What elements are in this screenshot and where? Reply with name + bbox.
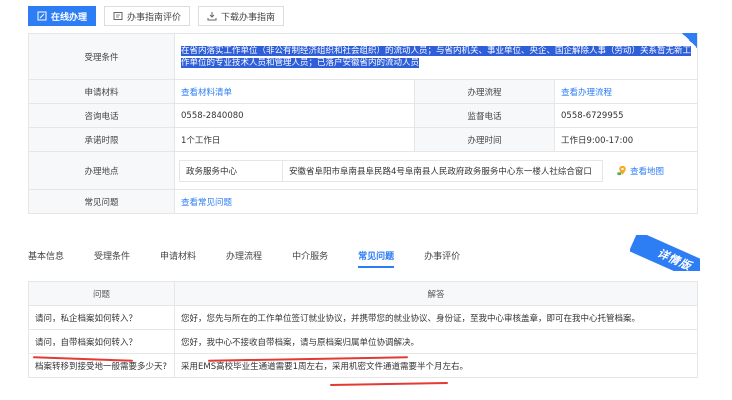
- download-guide-label: 下载办事指南: [221, 12, 276, 23]
- process-link[interactable]: 查看办理流程: [561, 88, 612, 98]
- detail-version-ribbon: 详情版: [630, 235, 700, 271]
- location-address: 安徽省阜阳市阜南县阜民路4号阜南县人民政府政务服务中心东一楼人社综合窗口: [283, 159, 603, 182]
- office-hours-value: 工作日9:00-17:00: [553, 127, 699, 152]
- tab-conditions[interactable]: 受理条件: [94, 249, 130, 268]
- download-guide-button[interactable]: 下载办事指南: [198, 6, 285, 26]
- view-map-label: 查看地图: [630, 166, 665, 177]
- toolbar: 在线办理 办事指南评价 下载办事指南: [28, 6, 285, 26]
- condition-label: 受理条件: [28, 33, 175, 80]
- faq-question: 请问，自带档案如何转入？: [28, 329, 175, 354]
- faq-question: 请问，私企档案如何转入？: [28, 305, 175, 330]
- edit-icon: [37, 11, 47, 21]
- supervise-phone-label: 监督电话: [414, 103, 555, 128]
- location-row: 政务服务中心 安徽省阜阳市阜南县阜民路4号阜南县人民政府政务服务中心东一楼人社综…: [179, 159, 693, 182]
- evaluate-guide-label: 办事指南评价: [127, 12, 182, 23]
- table-row: 请问，自带档案如何转入？ 您好，我中心不接收自带档案，请与原档案归属单位协调解决…: [28, 329, 698, 354]
- faq-answer: 您好，我中心不接收自带档案，请与原档案归属单位协调解决。: [174, 329, 698, 354]
- table-row: 请问，私企档案如何转入？ 您好，您先与所在的工作单位签订就业协议，并携带您的就业…: [28, 305, 698, 330]
- faq-answer: 您好，您先与所在的工作单位签订就业协议，并携带您的就业协议、身份证，至我中心审核…: [174, 305, 698, 330]
- time-limit-value: 1个工作日: [174, 127, 415, 152]
- online-apply-label: 在线办理: [51, 12, 88, 23]
- download-icon: [207, 12, 217, 21]
- condition-value[interactable]: 在省内落实工作单位（非公有制经济组织和社会组织）的流动人员；与省内机关、事业单位…: [173, 33, 699, 80]
- faq-link[interactable]: 查看常见问题: [181, 198, 232, 208]
- service-info-table: 受理条件 在省内落实工作单位（非公有制经济组织和社会组织）的流动人员；与省内机关…: [28, 33, 699, 214]
- office-hours-label: 办理时间: [414, 127, 555, 152]
- online-apply-button[interactable]: 在线办理: [28, 6, 97, 26]
- tab-basic-info[interactable]: 基本信息: [28, 249, 64, 268]
- time-limit-label: 承诺时限: [28, 127, 175, 152]
- consult-phone-value: 0558-2840080: [174, 103, 415, 128]
- map-pin-icon: [617, 165, 626, 176]
- materials-label: 申请材料: [28, 79, 175, 104]
- tab-process[interactable]: 办理流程: [226, 249, 262, 268]
- location-center: 政务服务中心: [179, 159, 283, 182]
- faq-table: 问题 解答 请问，私企档案如何转入？ 您好，您先与所在的工作单位签订就业协议，并…: [28, 281, 698, 378]
- supervise-phone-value: 0558-6729955: [553, 103, 699, 128]
- view-map-link[interactable]: 查看地图: [617, 165, 664, 177]
- process-label: 办理流程: [414, 79, 555, 104]
- ribbon-label: 详情版: [630, 235, 700, 271]
- comment-icon: [113, 12, 123, 20]
- corner-flag: [682, 33, 697, 48]
- tab-faq[interactable]: 常见问题: [358, 249, 395, 268]
- condition-text: 在省内落实工作单位（非公有制经济组织和社会组织）的流动人员；与省内机关、事业单位…: [181, 45, 692, 68]
- faq-label: 常见问题: [28, 189, 175, 214]
- tab-materials[interactable]: 申请材料: [160, 249, 196, 268]
- tab-agency-service[interactable]: 中介服务: [292, 249, 328, 268]
- annotation-underline: [329, 381, 449, 387]
- materials-link[interactable]: 查看材料清单: [181, 88, 232, 98]
- faq-question-header: 问题: [28, 281, 175, 306]
- location-label: 办理地点: [28, 151, 175, 190]
- faq-answer-header: 解答: [174, 281, 698, 306]
- tab-evaluation[interactable]: 办事评价: [424, 249, 460, 268]
- evaluate-guide-button[interactable]: 办事指南评价: [104, 6, 191, 26]
- faq-answer: 采用EMS高校毕业生通道需要1周左右，采用机密文件通道需要半个月左右。: [174, 353, 698, 378]
- detail-tabs: 基本信息 受理条件 申请材料 办理流程 中介服务 常见问题 办事评价: [28, 246, 697, 268]
- consult-phone-label: 咨询电话: [28, 103, 175, 128]
